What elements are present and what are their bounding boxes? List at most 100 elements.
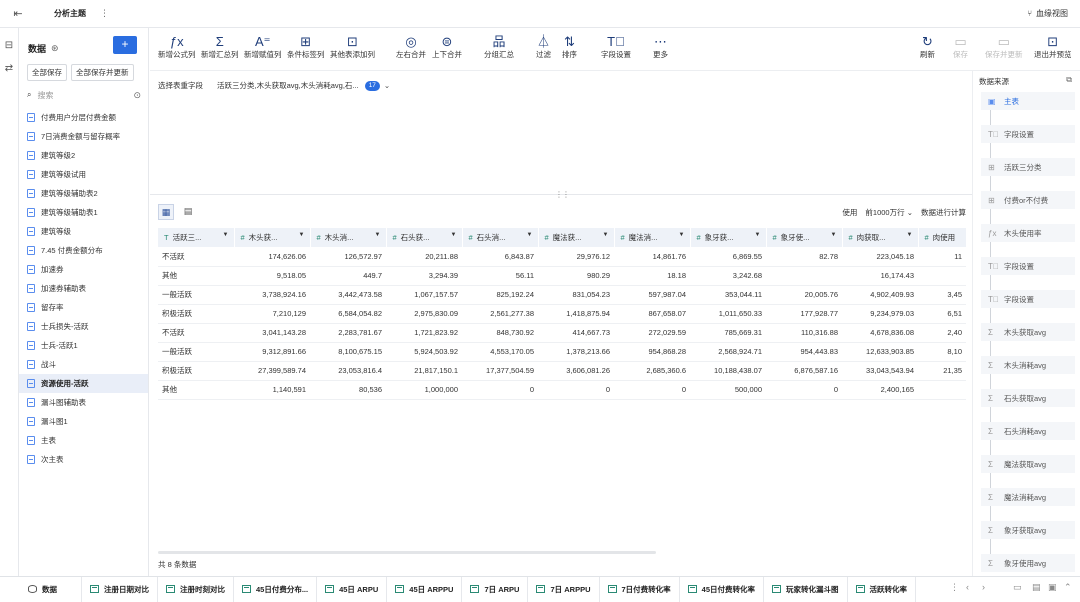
sidebar-item[interactable]: 建筑等级试用 xyxy=(19,165,148,184)
caret-down-icon[interactable]: ▼ xyxy=(527,232,533,238)
column-header[interactable]: # 象牙获... ▼ xyxy=(690,228,767,247)
toolbar-button[interactable]: ⊜ 上下合并 xyxy=(432,28,462,60)
column-header[interactable]: # 肉使用 xyxy=(918,228,967,247)
resize-handle[interactable]: ⋮⋮ xyxy=(555,190,570,199)
table-field-selector[interactable]: 选择表重字段 活跃三分类,木头获取avg,木头消耗avg,石... 17 ⌄ xyxy=(158,80,390,91)
flow-node[interactable]: ▣ 主表 xyxy=(981,92,1075,110)
tab-data[interactable]: 数据 xyxy=(0,576,82,602)
chevron-left-icon[interactable]: ‹ xyxy=(966,582,969,592)
sheet-tab[interactable]: 玩家转化漏斗图 xyxy=(764,576,848,602)
flow-node[interactable]: ⊞ 活跃三分类 xyxy=(981,158,1075,176)
caret-down-icon[interactable]: ▼ xyxy=(907,232,913,238)
toolbar-action-button[interactable]: ↻ 刷新 xyxy=(920,28,935,60)
dataset-icon[interactable]: ⊟ xyxy=(0,40,18,51)
sidebar-item[interactable]: 士兵-活跃1 xyxy=(19,336,148,355)
save-all-update-button[interactable]: 全部保存并更新 xyxy=(71,64,134,81)
sheet-tab[interactable]: 注册日期对比 xyxy=(82,576,158,602)
toolbar-button[interactable]: ƒx 新增公式列 xyxy=(158,28,196,60)
sidebar-item[interactable]: 付费用户分层付费金额 xyxy=(19,108,148,127)
toolbar-button[interactable]: ◎ 左右合并 xyxy=(396,28,426,60)
sidebar-item[interactable]: 7.45 付费金额分布 xyxy=(19,241,148,260)
toolbar-button[interactable]: ⋯ 更多 xyxy=(653,28,668,60)
flow-node[interactable]: Σ 木头获取avg xyxy=(981,323,1075,341)
column-header[interactable]: # 木头消... ▼ xyxy=(310,228,387,247)
grid-view-icon[interactable]: ▦ xyxy=(158,204,174,220)
column-header[interactable]: # 魔法消... ▼ xyxy=(614,228,691,247)
caret-down-icon[interactable]: ▼ xyxy=(451,232,457,238)
sheet-tab[interactable]: 7日 ARPPU xyxy=(528,576,600,602)
search-input[interactable]: ⌕ 搜索 ⊙ xyxy=(27,88,141,102)
caret-down-icon[interactable]: ▼ xyxy=(755,232,761,238)
lineage-view-button[interactable]: ⑂ 血缘视图 xyxy=(1027,8,1068,19)
flow-node[interactable]: Σ 象牙获取avg xyxy=(981,521,1075,539)
flow-node[interactable]: Σ 魔法获取avg xyxy=(981,455,1075,473)
toolbar-button[interactable]: ⇅ 排序 xyxy=(562,28,577,60)
pivot-view-icon[interactable]: ▤ xyxy=(180,204,196,220)
flow-node[interactable]: Σ 石头获取avg xyxy=(981,389,1075,407)
column-header[interactable]: # 魔法获... ▼ xyxy=(538,228,615,247)
chevron-up-icon[interactable]: ⌃ xyxy=(1064,582,1072,593)
flow-node[interactable]: Σ 石头消耗avg xyxy=(981,422,1075,440)
sidebar-item[interactable]: 士兵损失-活跃 xyxy=(19,317,148,336)
sidebar-item[interactable]: 战斗 xyxy=(19,355,148,374)
sheet-tab[interactable]: 45日 ARPU xyxy=(317,576,388,602)
sidebar-item[interactable]: 主表 xyxy=(19,431,148,450)
toolbar-button[interactable]: A⁼ 新增赋值列 xyxy=(244,28,282,60)
toolbar-button[interactable]: Σ 新增汇总列 xyxy=(201,28,239,60)
chevron-down-icon[interactable]: ⌄ xyxy=(384,81,390,90)
options-icon[interactable]: ⊙ xyxy=(133,90,141,101)
save-all-button[interactable]: 全部保存 xyxy=(27,64,67,81)
caret-down-icon[interactable]: ▼ xyxy=(375,232,381,238)
column-header[interactable]: # 肉获取... ▼ xyxy=(842,228,919,247)
add-button[interactable]: + xyxy=(113,36,137,54)
sidebar-item[interactable]: 建筑等级辅助表2 xyxy=(19,184,148,203)
toolbar-button[interactable]: 品分组汇总 xyxy=(484,28,514,60)
sidebar-item[interactable]: 资源使用-活跃 xyxy=(19,374,148,393)
sidebar-item[interactable]: 加速券 xyxy=(19,260,148,279)
add-story-icon[interactable]: ▣ xyxy=(1048,582,1057,593)
flow-node[interactable]: ƒx 木头使用率 xyxy=(981,224,1075,242)
sidebar-item[interactable]: 留存率 xyxy=(19,298,148,317)
flow-node[interactable]: T⃝ 字段设置 xyxy=(981,257,1075,275)
expand-icon[interactable]: ⧉ xyxy=(1066,75,1072,85)
column-header[interactable]: # 木头获... ▼ xyxy=(234,228,311,247)
toolbar-action-button[interactable]: ⊡ 退出并预览 xyxy=(1034,28,1072,60)
toolbar-button[interactable]: ⊡ 其他表添加列 xyxy=(330,28,375,60)
toolbar-button[interactable]: T⃝ 字段设置 xyxy=(601,28,631,60)
sidebar-item[interactable]: 7日消费金额与留存概率 xyxy=(19,127,148,146)
sheet-tab[interactable]: 7日 ARPU xyxy=(462,576,529,602)
flow-node[interactable]: T⃝ 字段设置 xyxy=(981,125,1075,143)
sidebar-item[interactable]: 漏斗图1 xyxy=(19,412,148,431)
sidebar-item[interactable]: 加速券辅助表 xyxy=(19,279,148,298)
caret-down-icon[interactable]: ▼ xyxy=(603,232,609,238)
flow-icon[interactable]: ⇄ xyxy=(0,63,18,74)
sidebar-item[interactable]: 建筑等级辅助表1 xyxy=(19,203,148,222)
add-dashboard-icon[interactable]: ▭ xyxy=(1013,582,1022,593)
sidebar-item[interactable]: 建筑等级 xyxy=(19,222,148,241)
sheet-tab[interactable]: 活跃转化率 xyxy=(848,576,917,602)
chevron-right-icon[interactable]: › xyxy=(982,582,985,592)
sidebar-item[interactable]: 次主表 xyxy=(19,450,148,469)
sheet-tab[interactable]: 45日付费分布... xyxy=(234,576,318,602)
toolbar-action-button[interactable]: ▭ 保存 xyxy=(953,28,968,60)
add-report-icon[interactable]: ▤ xyxy=(1032,582,1041,593)
sidebar-item[interactable]: 漏斗图辅助表 xyxy=(19,393,148,412)
toolbar-button[interactable]: ⊞ 条件标签列 xyxy=(287,28,325,60)
sidebar-item[interactable]: 建筑等级2 xyxy=(19,146,148,165)
flow-node[interactable]: Σ 木头消耗avg xyxy=(981,356,1075,374)
caret-down-icon[interactable]: ▼ xyxy=(223,232,229,238)
caret-down-icon[interactable]: ▼ xyxy=(299,232,305,238)
sheet-tab[interactable]: 45日 ARPPU xyxy=(387,576,463,602)
sheet-tab[interactable]: 7日付费转化率 xyxy=(600,576,680,602)
toolbar-button[interactable]: ⏃ 过滤 xyxy=(536,28,551,60)
exit-icon[interactable]: ⇤ xyxy=(0,7,36,20)
more-icon[interactable]: ⋮ xyxy=(100,8,109,19)
flow-node[interactable]: Σ 象牙使用avg xyxy=(981,554,1075,572)
flow-node[interactable]: T⃝ 字段设置 xyxy=(981,290,1075,308)
sheet-tab[interactable]: 注册时刻对比 xyxy=(158,576,234,602)
flow-node[interactable]: Σ 魔法消耗avg xyxy=(981,488,1075,506)
row-limit-select[interactable]: 前1000万行 ⌄ xyxy=(865,207,913,218)
settings-icon[interactable]: ⊛ xyxy=(51,43,59,54)
toolbar-action-button[interactable]: ▭ 保存并更新 xyxy=(985,28,1023,60)
tab-scroll-handle-icon[interactable]: ⋮ xyxy=(950,582,959,593)
